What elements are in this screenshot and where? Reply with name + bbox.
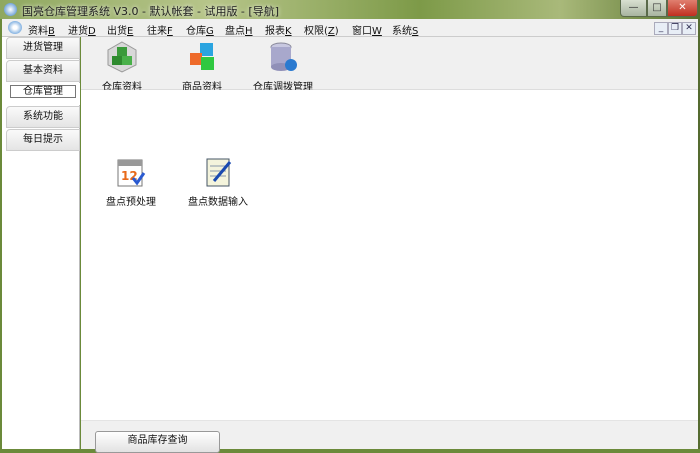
title-bar: 国亮仓库管理系统 V3.0 - 默认帐套 - 试用版 - [导航] — □ ✕	[0, 0, 700, 19]
inventory-preprocess-button[interactable]: 12 盘点预处理	[101, 156, 161, 208]
tab-system-functions[interactable]: 系统功能	[6, 106, 80, 128]
menu-window[interactable]: 窗口W	[352, 22, 382, 37]
minimize-button[interactable]: —	[620, 0, 647, 17]
menu-shipment[interactable]: 出货E	[107, 22, 133, 37]
tab-label: 仓库管理	[10, 85, 76, 98]
window-title: 国亮仓库管理系统 V3.0 - 默认帐套 - 试用版 - [导航]	[22, 5, 279, 18]
bottom-panel: 商品库存查询	[81, 420, 698, 453]
menu-warehouse[interactable]: 仓库G	[186, 22, 214, 37]
close-button[interactable]: ✕	[667, 0, 698, 17]
tab-basic-data[interactable]: 基本资料	[6, 60, 80, 82]
toolbar: 仓库资料 商品资料 仓库调拨管理	[81, 37, 698, 93]
menu-reports[interactable]: 报表K	[265, 22, 292, 37]
tab-purchase-management[interactable]: 进货管理	[6, 37, 80, 59]
inventory-data-entry-button[interactable]: 盘点数据输入	[185, 156, 251, 208]
menu-purchase[interactable]: 进货D	[68, 22, 96, 37]
menu-inventory[interactable]: 盘点H	[225, 22, 253, 37]
menu-bar: 资料B 进货D 出货E 往来F 仓库G 盘点H 报表K 权限(Z) 窗口W 系统…	[2, 19, 698, 37]
calendar-icon: 12	[117, 159, 146, 187]
menu-accounts[interactable]: 往来F	[147, 22, 173, 37]
warehouse-transfer-button[interactable]: 仓库调拨管理	[251, 41, 315, 93]
tab-warehouse-management[interactable]: 仓库管理	[6, 83, 80, 105]
mdi-restore-button[interactable]: ❐	[668, 22, 682, 35]
mdi-close-button[interactable]: ✕	[682, 22, 696, 35]
product-data-button[interactable]: 商品资料	[175, 41, 229, 93]
tab-daily-tips[interactable]: 每日提示	[6, 129, 80, 151]
menu-permissions[interactable]: 权限(Z)	[304, 22, 339, 37]
sidebar: 进货管理 基本资料 仓库管理 系统功能 每日提示	[2, 37, 80, 449]
mdi-minimize-button[interactable]: _	[654, 22, 668, 35]
app-icon	[4, 3, 17, 16]
menu-data[interactable]: 资料B	[28, 22, 55, 37]
maximize-button[interactable]: □	[647, 0, 667, 17]
product-stock-query-button[interactable]: 商品库存查询	[95, 431, 220, 453]
main-panel: 12 盘点预处理 盘点数据输入	[81, 90, 698, 420]
menu-system[interactable]: 系统S	[392, 22, 418, 37]
warehouse-data-button[interactable]: 仓库资料	[95, 41, 149, 93]
warehouse-cubes-icon	[107, 41, 137, 73]
item-label: 盘点预处理	[106, 197, 156, 208]
item-label: 盘点数据输入	[188, 197, 248, 208]
database-transfer-icon	[270, 42, 297, 71]
notepad-pen-icon	[206, 158, 232, 187]
mdi-app-icon[interactable]	[8, 21, 22, 34]
product-cubes-icon	[190, 43, 214, 70]
